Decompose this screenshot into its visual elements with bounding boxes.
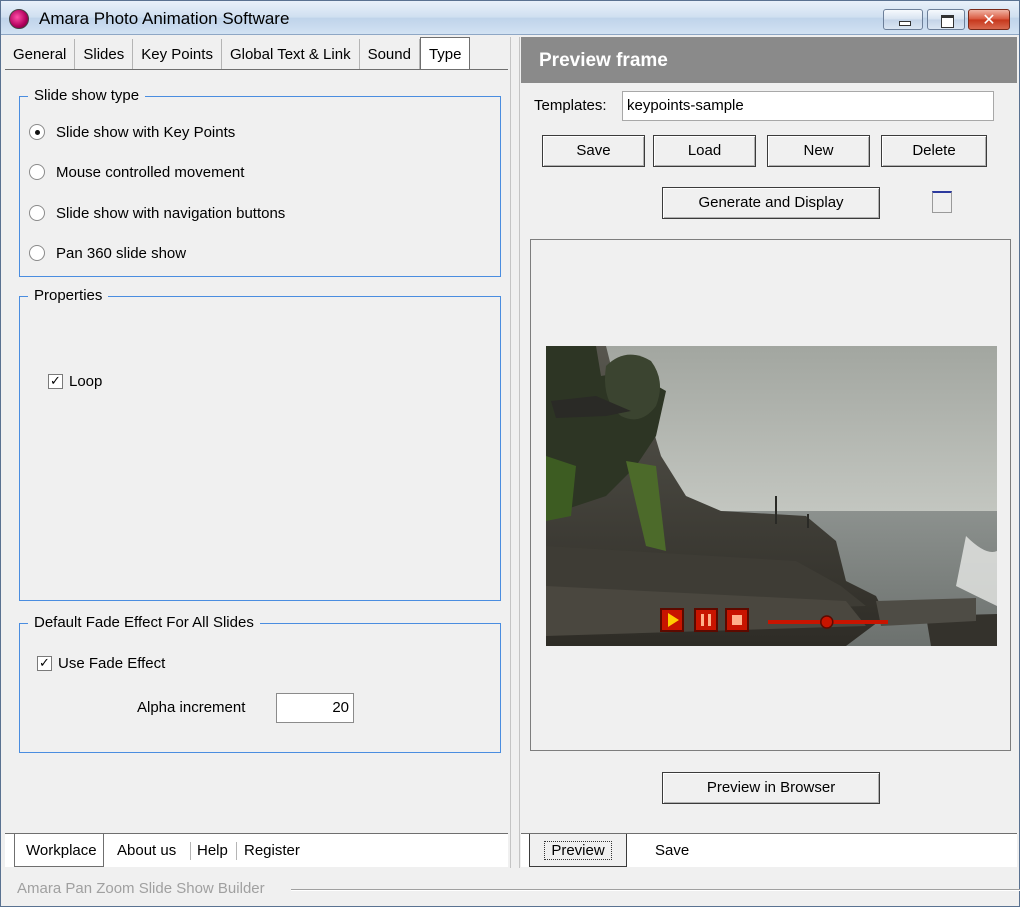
stop-icon bbox=[732, 615, 742, 625]
radio-option-mouse-controlled[interactable]: Mouse controlled movement bbox=[29, 162, 244, 182]
radio-selected-icon[interactable] bbox=[29, 124, 45, 140]
radio-option-navigation-buttons[interactable]: Slide show with navigation buttons bbox=[29, 203, 285, 223]
pause-button[interactable] bbox=[694, 608, 718, 632]
tab-preview[interactable]: Preview bbox=[529, 834, 627, 867]
close-button[interactable]: ✕ bbox=[968, 9, 1010, 30]
status-divider bbox=[291, 889, 1020, 891]
properties-legend: Properties bbox=[28, 287, 109, 304]
templates-label: Templates: bbox=[534, 97, 607, 114]
window-title: Amara Photo Animation Software bbox=[39, 9, 290, 28]
loop-checkbox-row[interactable]: ✓ Loop bbox=[48, 371, 102, 391]
progress-knob[interactable] bbox=[820, 615, 834, 629]
new-template-button[interactable]: New bbox=[767, 135, 870, 167]
radio-option-pan-360[interactable]: Pan 360 slide show bbox=[29, 243, 186, 263]
preview-photo bbox=[546, 346, 997, 646]
use-fade-checkbox[interactable]: ✓ bbox=[37, 655, 52, 671]
bottom-right-tab-strip: Preview Save bbox=[521, 833, 1017, 867]
generate-and-display-button[interactable]: Generate and Display bbox=[662, 187, 880, 219]
loop-label: Loop bbox=[69, 372, 103, 390]
minimize-button[interactable] bbox=[883, 9, 923, 30]
radio-label: Slide show with Key Points bbox=[56, 123, 236, 141]
preview-frame-header: Preview frame bbox=[521, 37, 1017, 83]
status-bar: Amara Pan Zoom Slide Show Builder bbox=[5, 871, 1020, 905]
title-bar[interactable]: Amara Photo Animation Software ✕ bbox=[1, 1, 1019, 35]
pause-icon bbox=[701, 614, 704, 626]
tab-save[interactable]: Save bbox=[655, 842, 689, 859]
load-template-button[interactable]: Load bbox=[653, 135, 756, 167]
tab-preview-label: Preview bbox=[544, 841, 612, 860]
left-tab-strip: General Slides Key Points Global Text & … bbox=[5, 37, 471, 69]
tab-workplace[interactable]: Workplace bbox=[14, 834, 104, 867]
app-logo-icon bbox=[9, 9, 29, 29]
alpha-increment-input[interactable]: 20 bbox=[276, 693, 354, 723]
tab-sound[interactable]: Sound bbox=[359, 39, 420, 69]
radio-option-key-points[interactable]: Slide show with Key Points bbox=[29, 122, 235, 142]
properties-group: Properties bbox=[19, 287, 501, 601]
fade-effect-group: Default Fade Effect For All Slides bbox=[19, 614, 501, 753]
tab-separator bbox=[190, 842, 191, 860]
use-fade-label: Use Fade Effect bbox=[58, 654, 166, 672]
fade-effect-legend: Default Fade Effect For All Slides bbox=[28, 614, 260, 631]
loop-checkbox[interactable]: ✓ bbox=[48, 373, 63, 389]
radio-unselected-icon[interactable] bbox=[29, 205, 45, 221]
panel-splitter[interactable] bbox=[510, 37, 520, 868]
save-template-button[interactable]: Save bbox=[542, 135, 645, 167]
slide-show-type-legend: Slide show type bbox=[28, 87, 146, 104]
app-window: Amara Photo Animation Software ✕ General… bbox=[0, 0, 1020, 907]
tab-register[interactable]: Register bbox=[244, 834, 300, 867]
preview-in-browser-button[interactable]: Preview in Browser bbox=[662, 772, 880, 804]
tab-key-points[interactable]: Key Points bbox=[133, 39, 222, 69]
tab-about-us[interactable]: About us bbox=[117, 834, 176, 867]
radio-label: Mouse controlled movement bbox=[56, 163, 245, 181]
tab-slides[interactable]: Slides bbox=[75, 39, 134, 69]
tab-help[interactable]: Help bbox=[197, 834, 228, 867]
bottom-left-tab-strip: Workplace About us Help Register bbox=[5, 833, 508, 867]
alpha-increment-label: Alpha increment bbox=[137, 699, 246, 716]
radio-unselected-icon[interactable] bbox=[29, 245, 45, 261]
radio-unselected-icon[interactable] bbox=[29, 164, 45, 180]
color-swatch-box[interactable] bbox=[932, 191, 952, 213]
delete-template-button[interactable]: Delete bbox=[881, 135, 987, 167]
radio-label: Slide show with navigation buttons bbox=[56, 204, 286, 222]
templates-input[interactable]: keypoints-sample bbox=[622, 91, 994, 121]
tab-separator bbox=[236, 842, 237, 860]
tab-global-text-link[interactable]: Global Text & Link bbox=[221, 39, 360, 69]
use-fade-checkbox-row[interactable]: ✓ Use Fade Effect bbox=[37, 653, 165, 673]
minimize-icon bbox=[884, 10, 922, 29]
maximize-button[interactable] bbox=[927, 9, 965, 30]
seaside-cliff-image bbox=[546, 346, 997, 646]
close-icon: ✕ bbox=[982, 10, 996, 29]
maximize-icon bbox=[928, 10, 964, 29]
radio-label: Pan 360 slide show bbox=[56, 244, 187, 262]
tab-divider bbox=[5, 69, 508, 70]
tab-general[interactable]: General bbox=[5, 39, 76, 69]
status-text: Amara Pan Zoom Slide Show Builder bbox=[17, 880, 265, 897]
tab-type[interactable]: Type bbox=[419, 37, 471, 69]
